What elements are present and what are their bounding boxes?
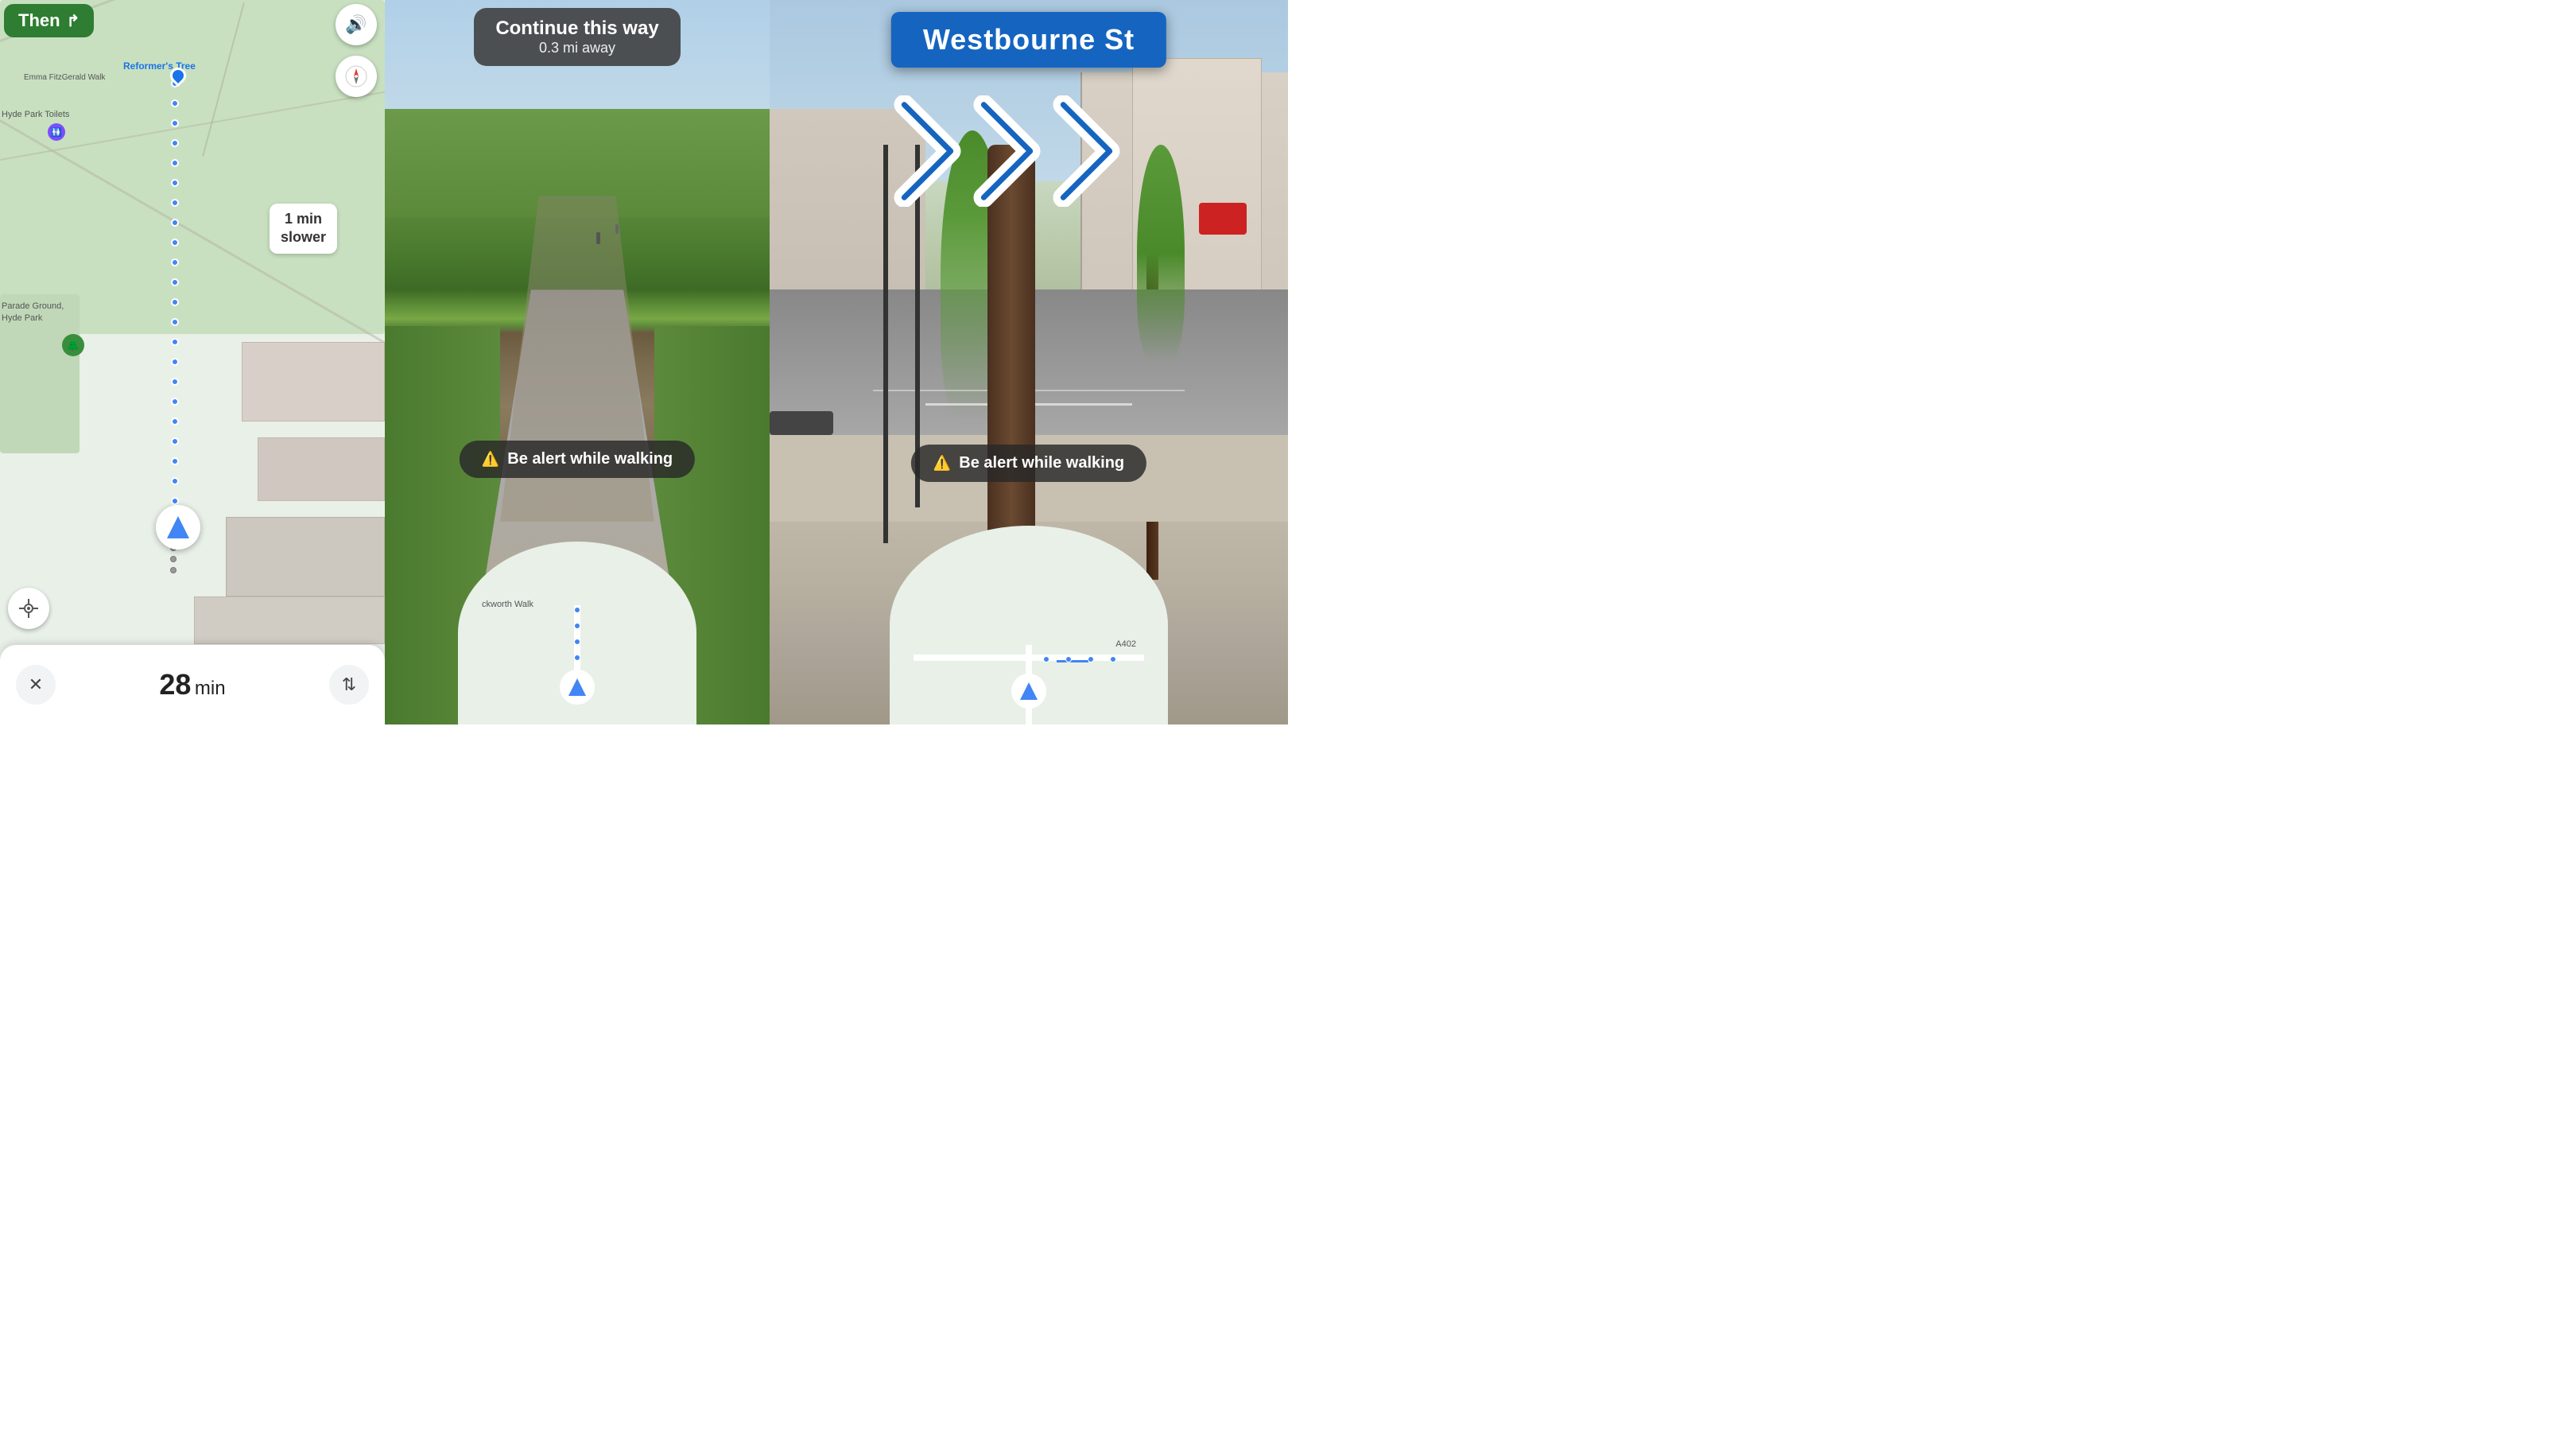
route-dot <box>171 258 179 266</box>
then-label: Then <box>18 10 60 31</box>
mini-dot-4 <box>574 623 580 629</box>
alert-badge: ⚠️ Be alert while walking <box>460 441 695 478</box>
emma-walk-label: Emma FitzGerald Walk <box>24 73 105 82</box>
building-block <box>242 342 385 421</box>
route-dot <box>171 338 179 346</box>
time-value: 28 <box>159 668 191 701</box>
route-dot <box>171 298 179 306</box>
toilets-label: Hyde Park Toilets <box>2 110 69 119</box>
mini-arrow <box>568 678 586 696</box>
parade-label: Parade Ground,Hyde Park <box>2 301 64 325</box>
car <box>770 411 833 435</box>
mini-arrow-right <box>1020 682 1038 700</box>
street-name-sign: Westbourne St <box>891 12 1166 68</box>
destination-pin <box>170 68 186 84</box>
ar-walking-panel: Continue this way 0.3 mi away ⚠️ Be aler… <box>385 0 770 724</box>
route-dot <box>171 477 179 485</box>
navigation-arrow <box>167 516 189 538</box>
route-dot <box>171 358 179 366</box>
route-dot <box>171 99 179 107</box>
mini-dot-2 <box>574 655 580 661</box>
park-area <box>0 0 385 334</box>
time-unit: min <box>195 678 226 699</box>
recenter-button[interactable] <box>8 588 49 629</box>
route-dot <box>171 398 179 406</box>
swap-icon: ⇅ <box>342 674 356 695</box>
route-dot <box>171 318 179 326</box>
map-panel: Reformer's Tree Emma FitzGerald Walk Hyd… <box>0 0 385 724</box>
sound-icon: 🔊 <box>345 14 367 35</box>
continue-title: Continue this way <box>493 17 661 40</box>
continue-subtitle: 0.3 mi away <box>493 40 661 56</box>
route-dot <box>171 219 179 227</box>
then-button[interactable]: Then ↱ <box>4 4 94 37</box>
mini-dot-3 <box>574 639 580 645</box>
continue-banner: Continue this way 0.3 mi away <box>474 8 681 66</box>
alert-text-right: Be alert while walking <box>959 454 1124 472</box>
route-dot <box>171 497 179 505</box>
person-1 <box>596 232 600 244</box>
then-arrow-icon: ↱ <box>67 11 80 31</box>
building-block-2 <box>258 437 385 501</box>
route-dot <box>171 199 179 207</box>
person-2 <box>615 224 619 234</box>
mini-user-location <box>560 670 595 705</box>
mini-dot-r3 <box>1088 656 1094 662</box>
compass-button[interactable] <box>336 56 377 97</box>
route-dot <box>171 278 179 286</box>
alert-badge-right: ⚠️ Be alert while walking <box>911 445 1146 482</box>
chevron-3 <box>1053 95 1148 207</box>
swap-route-button[interactable]: ⇅ <box>329 665 369 705</box>
building-block-4 <box>194 596 385 644</box>
route-line <box>173 80 177 549</box>
route-dot <box>171 378 179 386</box>
mini-dot-r2 <box>1065 656 1072 662</box>
sign-post <box>883 145 888 543</box>
toilet-icon: 🚻 <box>48 123 65 141</box>
compass-icon <box>345 65 367 87</box>
mini-route-arrow <box>1057 660 1088 662</box>
navigation-bottom-bar: ✕ 28 min ⇅ <box>0 645 385 724</box>
alert-triangle-icon-right: ⚠️ <box>933 455 951 472</box>
ar-street-panel: Westbourne St ⚠️ Be alert while walking <box>770 0 1288 724</box>
route-dot <box>171 457 179 465</box>
a402-label: A402 <box>1115 639 1136 649</box>
route-dot <box>171 159 179 167</box>
slower-text: 1 minslower <box>281 211 326 245</box>
building-block-3 <box>226 517 385 596</box>
mini-dot-r4 <box>1110 656 1116 662</box>
route-dot <box>171 119 179 127</box>
red-bus <box>1199 203 1247 235</box>
mini-dot-5 <box>574 607 580 613</box>
mini-dot-r1 <box>1043 656 1049 662</box>
route-dot <box>171 139 179 147</box>
sound-button[interactable]: 🔊 <box>336 4 377 45</box>
slower-bubble: 1 minslower <box>270 204 337 254</box>
route-dot <box>171 418 179 425</box>
close-button[interactable]: ✕ <box>16 665 56 705</box>
crosshair-icon <box>18 598 39 619</box>
direction-arrows <box>910 95 1148 207</box>
alert-text: Be alert while walking <box>507 450 673 468</box>
route-dot <box>171 179 179 187</box>
user-location-marker <box>156 505 200 550</box>
alert-triangle-icon: ⚠️ <box>482 451 499 468</box>
eta-display: 28 min <box>159 668 225 701</box>
mini-map-label: ckworth Walk <box>482 600 533 609</box>
route-dot <box>171 239 179 247</box>
mini-user-location-right <box>1011 674 1046 709</box>
tree-icon: 🌲 <box>62 334 84 356</box>
route-dot <box>171 437 179 445</box>
close-icon: ✕ <box>29 674 43 695</box>
